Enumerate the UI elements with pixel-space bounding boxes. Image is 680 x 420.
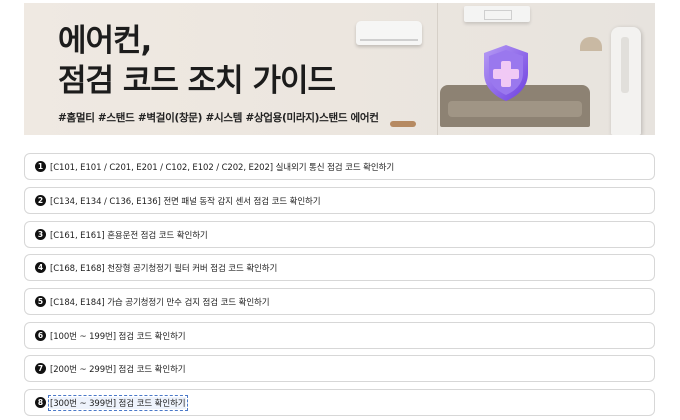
list-item-label[interactable]: [C134, E134 / C136, E136] 전면 패널 동작 감지 센서… [50, 195, 321, 207]
lamp-icon [580, 37, 602, 51]
list-item-label[interactable]: [C101, E101 / C201, E201 / C102, E102 / … [50, 161, 394, 173]
number-badge: 7 [35, 363, 46, 374]
number-badge: 1 [35, 161, 46, 172]
list-item-1[interactable]: 1 [C101, E101 / C201, E201 / C102, E102 … [24, 153, 655, 180]
room-illustration [294, 3, 655, 135]
list-item-4[interactable]: 4 [C168, E168] 천장형 공기청정기 필터 커버 점검 코드 확인하… [24, 254, 655, 281]
ceiling-air-conditioner-icon [464, 6, 530, 22]
list-item-2[interactable]: 2 [C134, E134 / C136, E136] 전면 패널 동작 감지 … [24, 187, 655, 214]
list-item-label[interactable]: [100번 ~ 199번] 점검 코드 확인하기 [50, 330, 186, 342]
list-item-7[interactable]: 7 [200번 ~ 299번] 점검 코드 확인하기 [24, 355, 655, 382]
number-badge: 6 [35, 330, 46, 341]
list-item-label[interactable]: [C168, E168] 천장형 공기청정기 필터 커버 점검 코드 확인하기 [50, 262, 277, 274]
list-item-5[interactable]: 5 [C184, E184] 가습 공기청정기 만수 검지 점검 코드 확인하기 [24, 288, 655, 315]
list-item-label[interactable]: [300번 ~ 399번] 점검 코드 확인하기 [48, 394, 188, 411]
shield-plus-icon [484, 45, 528, 101]
hero-banner: 에어컨, 점검 코드 조치 가이드 #홈멀티 #스탠드 #벽걸이(창문) #시스… [24, 3, 655, 135]
number-badge: 8 [35, 397, 46, 408]
wall-air-conditioner-icon [356, 21, 422, 45]
stand-air-conditioner-icon [611, 27, 641, 135]
number-badge: 5 [35, 296, 46, 307]
list-item-8[interactable]: 8 [300번 ~ 399번] 점검 코드 확인하기 [24, 389, 655, 416]
number-badge: 4 [35, 262, 46, 273]
list-item-label[interactable]: [C161, E161] 혼용운전 점검 코드 확인하기 [50, 229, 208, 241]
number-badge: 2 [35, 195, 46, 206]
side-table-icon [390, 121, 416, 127]
list-item-label[interactable]: [C184, E184] 가습 공기청정기 만수 검지 점검 코드 확인하기 [50, 296, 270, 308]
list-item-label[interactable]: [200번 ~ 299번] 점검 코드 확인하기 [50, 363, 186, 375]
list-item-6[interactable]: 6 [100번 ~ 199번] 점검 코드 확인하기 [24, 322, 655, 349]
list-item-3[interactable]: 3 [C161, E161] 혼용운전 점검 코드 확인하기 [24, 221, 655, 248]
wall-divider [437, 3, 438, 135]
number-badge: 3 [35, 229, 46, 240]
